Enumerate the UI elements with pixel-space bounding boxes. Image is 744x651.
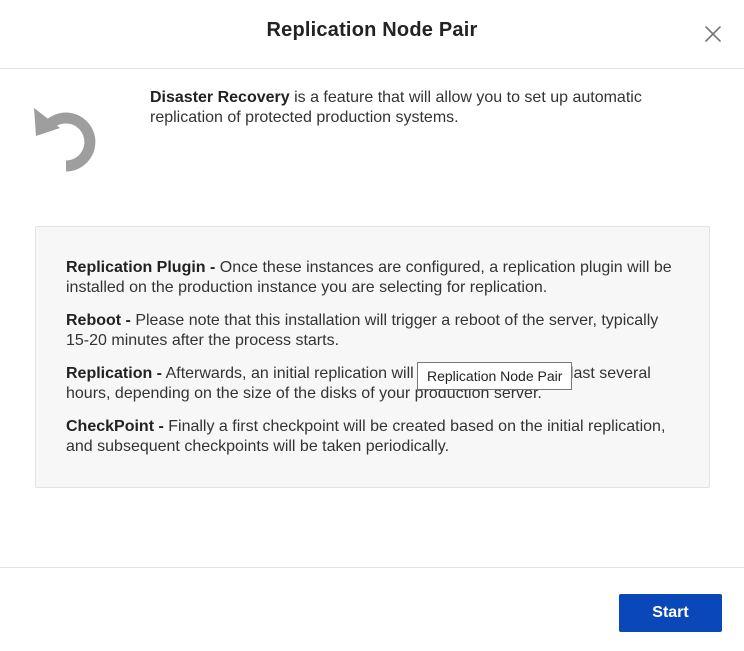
info-panel: Replication Plugin - Once these instance… bbox=[35, 226, 710, 488]
dialog-title: Replication Node Pair bbox=[266, 19, 478, 41]
undo-arrow-icon bbox=[30, 100, 104, 174]
dialog-header: Replication Node Pair bbox=[0, 0, 744, 69]
title-tooltip: Replication Node Pair bbox=[417, 362, 573, 390]
info-term: Replication - bbox=[66, 365, 163, 382]
info-item-reboot: Reboot - Please note that this installat… bbox=[66, 311, 681, 351]
info-term: Reboot - bbox=[66, 312, 131, 329]
replication-node-pair-dialog: Replication Node Pair Disaster Recovery … bbox=[0, 0, 744, 651]
start-button[interactable]: Start bbox=[619, 594, 722, 632]
intro-highlight: Disaster Recovery bbox=[150, 89, 290, 106]
info-item-replication-plugin: Replication Plugin - Once these instance… bbox=[66, 258, 681, 298]
info-term: CheckPoint - bbox=[66, 418, 164, 435]
dialog-footer: Start bbox=[0, 567, 744, 651]
info-list: Replication Plugin - Once these instance… bbox=[66, 258, 681, 470]
info-item-checkpoint: CheckPoint - Finally a first checkpoint … bbox=[66, 417, 681, 457]
info-item-replication: Replication - Afterwards, an initial rep… bbox=[66, 364, 681, 404]
close-button[interactable] bbox=[703, 24, 723, 44]
info-term: Replication Plugin - bbox=[66, 259, 216, 276]
intro-description: Disaster Recovery is a feature that will… bbox=[150, 88, 710, 128]
close-icon bbox=[705, 26, 721, 42]
info-text: Please note that this installation will … bbox=[66, 312, 659, 349]
